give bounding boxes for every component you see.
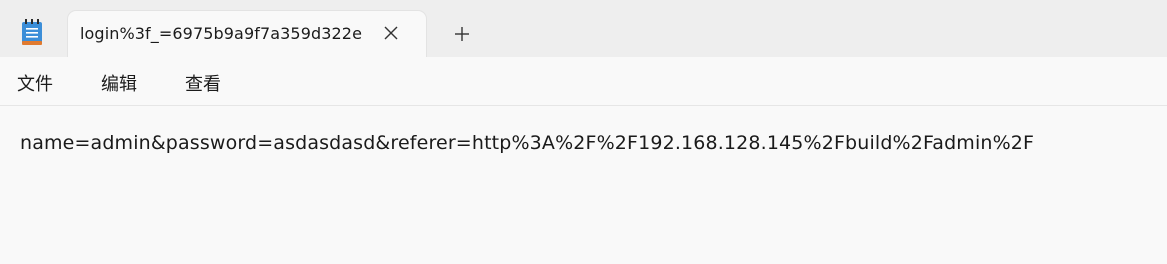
menu-view[interactable]: 查看 xyxy=(185,70,221,96)
notepad-icon xyxy=(20,19,44,47)
menu-edit[interactable]: 编辑 xyxy=(101,70,137,96)
plus-icon[interactable] xyxy=(450,22,474,46)
tab-document[interactable]: login%3f_=6975b9a9f7a359d322e xyxy=(68,11,426,57)
menu-file[interactable]: 文件 xyxy=(17,70,53,96)
text-editor[interactable]: name=admin&password=asdasdasd&referer=ht… xyxy=(0,106,1167,264)
title-bar: login%3f_=6975b9a9f7a359d322e xyxy=(0,0,1167,57)
menu-bar: 文件 编辑 查看 xyxy=(0,57,1167,106)
close-icon[interactable] xyxy=(381,23,401,43)
tab-title: login%3f_=6975b9a9f7a359d322e xyxy=(80,24,363,43)
editor-content[interactable]: name=admin&password=asdasdasd&referer=ht… xyxy=(20,132,1034,154)
